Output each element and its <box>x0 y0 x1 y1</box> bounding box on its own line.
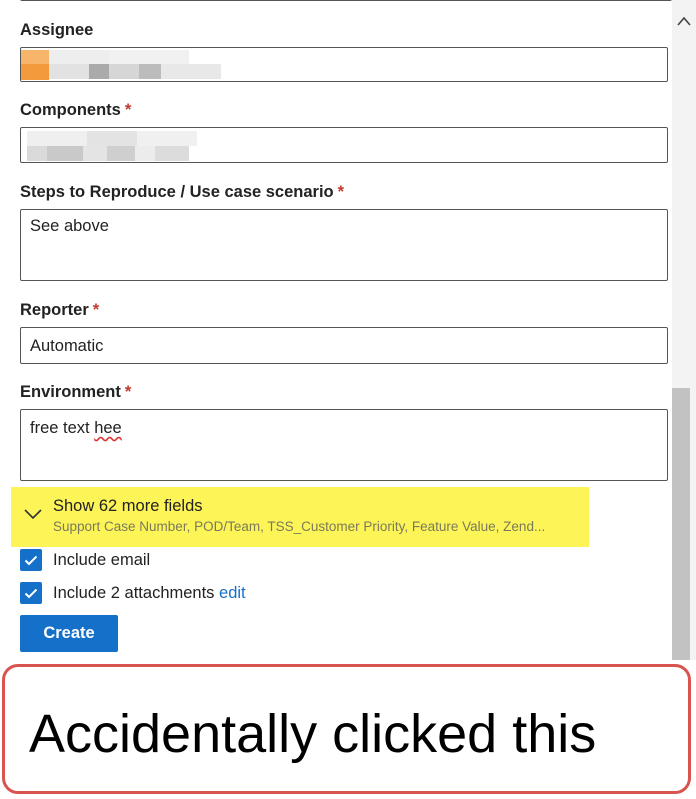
reporter-label-text: Reporter <box>20 301 89 319</box>
reporter-field[interactable]: Automatic <box>20 327 668 364</box>
include-attachments-text: Include 2 attachments <box>53 584 215 602</box>
steps-textarea[interactable]: See above <box>20 209 668 281</box>
environment-label: Environment * <box>20 383 131 402</box>
components-redacted-value <box>21 130 201 162</box>
required-mark: * <box>92 301 100 319</box>
environment-value: free text <box>30 419 95 437</box>
steps-label: Steps to Reproduce / Use case scenario * <box>20 183 344 202</box>
reporter-value: Automatic <box>30 337 104 355</box>
show-more-fields-title: Show 62 more fields <box>53 497 203 515</box>
checkmark-icon <box>24 588 38 598</box>
environment-label-text: Environment <box>20 383 121 401</box>
steps-label-text: Steps to Reproduce / Use case scenario <box>20 183 334 201</box>
scrollbar-thumb[interactable] <box>672 388 690 660</box>
checkmark-icon <box>24 555 38 565</box>
components-field[interactable] <box>20 127 668 163</box>
assignee-redacted-value <box>21 50 221 81</box>
show-more-fields-summary: Support Case Number, POD/Team, TSS_Custo… <box>53 519 546 534</box>
scroll-up-arrow-icon[interactable] <box>676 14 692 28</box>
components-label: Components * <box>20 101 131 120</box>
edit-attachments-link[interactable]: edit <box>219 584 246 602</box>
annotation-callout: Accidentally clicked this <box>2 664 691 794</box>
annotation-text: Accidentally clicked this <box>29 704 597 764</box>
assignee-label: Assignee <box>20 21 93 40</box>
chevron-down-icon <box>24 509 42 520</box>
environment-textarea[interactable]: free text hee <box>20 409 668 481</box>
include-email-label: Include email <box>53 551 151 569</box>
include-email-checkbox[interactable] <box>20 549 42 571</box>
components-label-text: Components <box>20 101 121 119</box>
steps-value: See above <box>30 217 109 235</box>
assignee-field[interactable] <box>20 47 668 82</box>
previous-field-edge <box>20 0 672 1</box>
required-mark: * <box>124 383 132 401</box>
include-attachments-checkbox[interactable] <box>20 582 42 604</box>
include-attachments-label: Include 2 attachments edit <box>53 584 246 603</box>
create-button[interactable]: Create <box>20 615 118 652</box>
required-mark: * <box>337 183 345 201</box>
assignee-label-text: Assignee <box>20 21 94 39</box>
spellcheck-flagged-word: hee <box>94 419 122 437</box>
reporter-label: Reporter * <box>20 301 99 320</box>
show-more-fields-toggle[interactable]: Show 62 more fields Support Case Number,… <box>11 487 589 547</box>
required-mark: * <box>124 101 132 119</box>
